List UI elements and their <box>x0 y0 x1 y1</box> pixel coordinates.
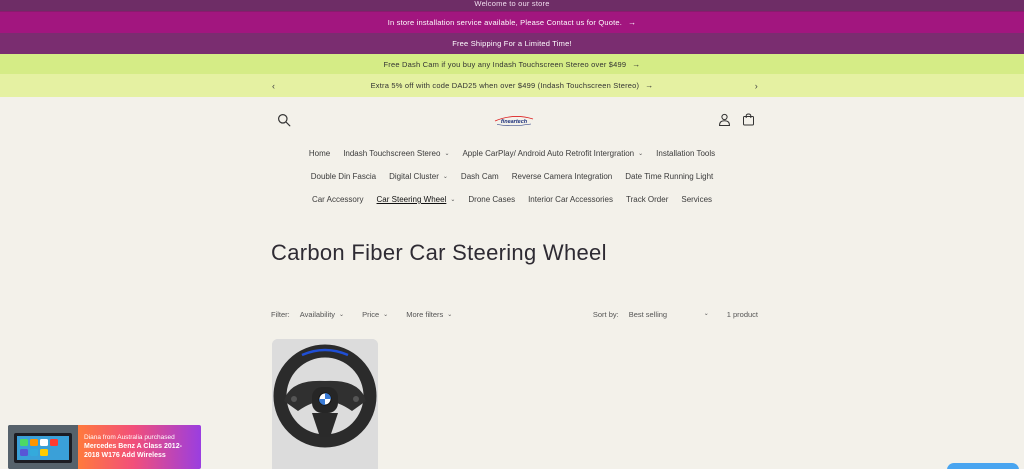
nav-item-label: Installation Tools <box>656 149 716 158</box>
nav-item-label: Digital Cluster <box>389 172 439 181</box>
chat-button[interactable] <box>947 463 1019 469</box>
nav-item-label: Date Time Running Light <box>625 172 714 181</box>
chevron-down-icon: ⌄ <box>450 197 456 203</box>
chevron-down-icon: ⌄ <box>442 174 448 180</box>
chevron-down-icon: ⌄ <box>703 310 709 317</box>
sort-select[interactable]: Best selling ⌄ <box>629 310 709 319</box>
site-logo[interactable]: fineartech <box>493 114 535 126</box>
chevron-down-icon: ⌄ <box>638 151 644 157</box>
nav-item-label: Drone Cases <box>468 195 516 204</box>
sort-label: Sort by: <box>592 309 619 319</box>
announcement-welcome: Welcome to our store <box>0 0 1024 11</box>
nav-row-2: Double Din Fascia Digital Cluster ⌄ Dash … <box>0 165 1024 188</box>
filter-more[interactable]: More filters ⌄ <box>406 310 452 319</box>
chevron-down-icon: ⌄ <box>444 151 450 157</box>
search-icon[interactable] <box>277 113 291 127</box>
announcement-installation-text: In store installation service available,… <box>387 18 623 27</box>
announcement-installation[interactable]: In store installation service available,… <box>0 11 1024 33</box>
chevron-down-icon: ⌄ <box>383 311 389 318</box>
filter-price[interactable]: Price ⌄ <box>362 310 388 319</box>
product-card[interactable] <box>272 339 378 469</box>
announcement-shipping: Free Shipping For a Limited Time! <box>0 33 1024 54</box>
nav-item-indash-touchscreen-stereo[interactable]: Indash Touchscreen Stereo ⌄ <box>337 149 456 158</box>
recent-purchase-popup[interactable]: Diana from Australia purchased Mercedes … <box>8 425 201 469</box>
sort-value: Best selling <box>628 309 668 319</box>
nav-item-dash-cam[interactable]: Dash Cam <box>454 172 505 181</box>
arrow-right-icon: → <box>628 18 637 27</box>
popup-text: Diana from Australia purchased Mercedes … <box>78 425 201 469</box>
announcement-dashcam[interactable]: Free Dash Cam if you buy any Indash Touc… <box>0 54 1024 74</box>
arrow-right-icon: → <box>632 59 641 69</box>
nav-item-reverse-camera[interactable]: Reverse Camera Integration <box>505 172 619 181</box>
product-count: 1 product <box>726 309 758 319</box>
arrow-right-icon: → <box>645 81 654 90</box>
nav-item-label: Apple CarPlay/ Android Auto Retrofit Int… <box>462 149 635 158</box>
filter-bar: Filter: Availability ⌄ Price ⌄ More filter… <box>271 308 758 320</box>
nav-item-running-light[interactable]: Date Time Running Light <box>619 172 720 181</box>
page-title: Carbon Fiber Car Steering Wheel <box>271 240 607 265</box>
nav-item-label: Car Accessory <box>311 195 364 204</box>
nav-item-label: Double Din Fascia <box>310 172 377 181</box>
filter-availability[interactable]: Availability ⌄ <box>300 310 344 319</box>
chevron-down-icon: ⌄ <box>339 311 345 318</box>
nav-item-car-steering-wheel[interactable]: Car Steering Wheel ⌄ <box>370 195 462 204</box>
announcement-shipping-text: Free Shipping For a Limited Time! <box>452 39 572 48</box>
nav-item-drone-cases[interactable]: Drone Cases <box>462 195 522 204</box>
nav-item-services[interactable]: Services <box>675 195 719 204</box>
nav-item-digital-cluster[interactable]: Digital Cluster ⌄ <box>383 172 455 181</box>
nav-item-interior-accessories[interactable]: Interior Car Accessories <box>522 195 620 204</box>
carousel-prev-button[interactable]: ‹ <box>272 81 275 91</box>
site-header: fineartech <box>0 97 1024 142</box>
popup-purchaser: Diana from Australia purchased <box>84 434 175 441</box>
announcement-discount-text[interactable]: Extra 5% off with code DAD25 when over $… <box>371 81 640 90</box>
cart-icon[interactable] <box>742 113 755 126</box>
filter-price-label: Price <box>362 309 380 319</box>
filter-more-label: More filters <box>406 309 444 319</box>
nav-item-double-din-fascia[interactable]: Double Din Fascia <box>304 172 382 181</box>
announcement-welcome-text: Welcome to our store <box>474 0 550 8</box>
nav-item-label: Reverse Camera Integration <box>511 172 613 181</box>
logo-text: fineartech <box>501 119 528 125</box>
nav-item-label: Dash Cam <box>460 172 499 181</box>
nav-item-label: Car Steering Wheel <box>376 195 447 204</box>
nav-item-home[interactable]: Home <box>302 149 336 158</box>
nav-item-car-accessory[interactable]: Car Accessory <box>305 195 370 204</box>
nav-item-label: Home <box>308 149 331 158</box>
chevron-down-icon: ⌄ <box>447 311 453 318</box>
filter-label: Filter: <box>271 309 290 319</box>
main-navigation: Home Indash Touchscreen Stereo ⌄ Apple Ca… <box>0 142 1024 211</box>
announcement-discount-carousel: ‹ Extra 5% off with code DAD25 when over… <box>0 74 1024 97</box>
nav-item-label: Track Order <box>625 195 669 204</box>
nav-item-label: Services <box>681 195 713 204</box>
nav-item-track-order[interactable]: Track Order <box>619 195 674 204</box>
carousel-next-button[interactable]: › <box>755 81 758 91</box>
nav-row-1: Home Indash Touchscreen Stereo ⌄ Apple Ca… <box>0 142 1024 165</box>
popup-product-image <box>8 425 78 469</box>
sort-control: Sort by: Best selling ⌄ 1 product <box>593 310 758 319</box>
account-icon[interactable] <box>718 113 731 126</box>
nav-item-label: Indash Touchscreen Stereo <box>343 149 441 158</box>
nav-item-installation-tools[interactable]: Installation Tools <box>650 149 722 158</box>
nav-row-3: Car Accessory Car Steering Wheel ⌄ Drone … <box>0 188 1024 211</box>
announcement-dashcam-text: Free Dash Cam if you buy any Indash Touc… <box>383 59 627 69</box>
popup-product-name-cont: 2018 W176 Add Wireless <box>84 452 166 459</box>
filter-availability-label: Availability <box>299 309 336 319</box>
nav-item-carplay-retrofit[interactable]: Apple CarPlay/ Android Auto Retrofit Int… <box>456 149 650 158</box>
nav-item-label: Interior Car Accessories <box>528 195 613 204</box>
popup-product-name: Mercedes Benz A Class 2012- <box>84 443 182 450</box>
steering-wheel-image <box>272 339 378 469</box>
